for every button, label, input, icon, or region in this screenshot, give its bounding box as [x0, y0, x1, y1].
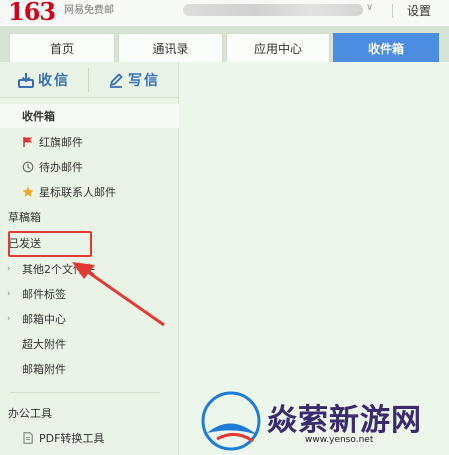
- watermark-url: www.yenso.net: [305, 435, 374, 445]
- watermark-brand: 焱萦新游网: [267, 403, 422, 438]
- watermark-logo-icon: [201, 391, 261, 451]
- watermark: 焱萦新游网 www.yenso.net: [195, 383, 449, 455]
